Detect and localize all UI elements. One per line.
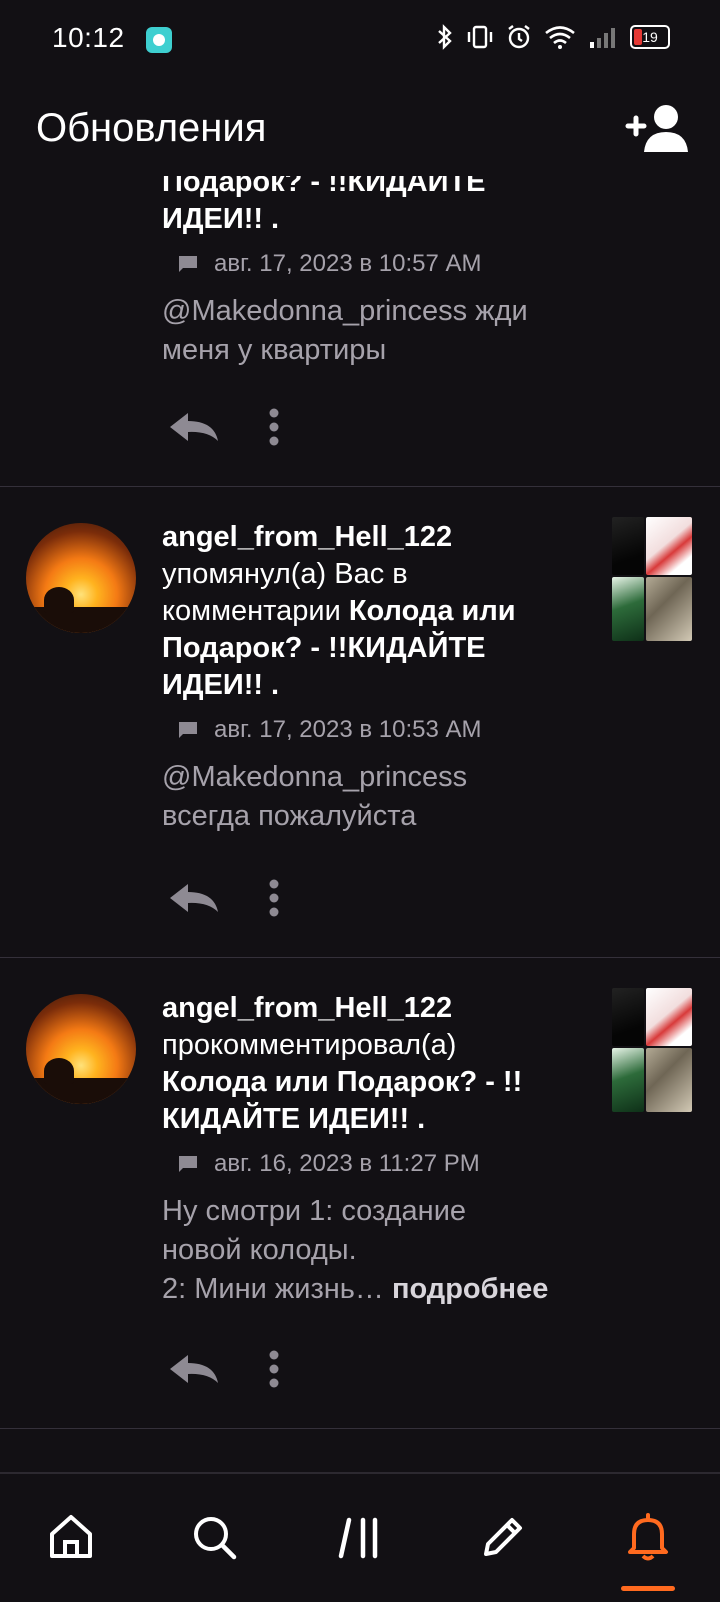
avatar[interactable] bbox=[26, 523, 136, 633]
signal-icon bbox=[590, 28, 615, 48]
nav-notifications-button[interactable] bbox=[621, 1510, 675, 1564]
post-title[interactable]: Колода или bbox=[349, 595, 516, 627]
notifications-feed[interactable]: Подарок? - !!КИДАЙТЕ ИДЕИ!! . авг. 17, 2… bbox=[0, 176, 720, 1472]
reply-icon[interactable] bbox=[168, 882, 220, 914]
notification-action: прокомментировал(а) bbox=[162, 1029, 457, 1061]
battery-icon: 19 bbox=[630, 25, 670, 49]
excerpt-line: @Makedonna_princess bbox=[162, 761, 468, 793]
excerpt-line: @Makedonna_princess жди bbox=[162, 295, 528, 327]
alarm-icon bbox=[508, 25, 530, 49]
status-bar: 10:12 19 bbox=[0, 0, 720, 84]
username[interactable]: angel_from_Hell_122 bbox=[162, 519, 590, 556]
app-header: Обновления bbox=[0, 84, 720, 176]
notification-item[interactable]: Подарок? - !!КИДАЙТЕ ИДЕИ!! . авг. 17, 2… bbox=[0, 176, 720, 487]
avatar[interactable] bbox=[26, 994, 136, 1104]
notification-action-line2: комментарии Колода или bbox=[162, 595, 516, 627]
comment-excerpt[interactable]: @Makedonna_princess всегда пожалуйста bbox=[162, 758, 590, 836]
add-user-button[interactable] bbox=[624, 100, 690, 156]
notification-date: авг. 17, 2023 в 10:53 AM bbox=[214, 716, 482, 743]
nav-feed-button[interactable] bbox=[333, 1510, 387, 1564]
bluetooth-icon bbox=[438, 24, 452, 50]
reply-icon[interactable] bbox=[168, 411, 220, 443]
more-vertical-icon[interactable] bbox=[268, 408, 280, 446]
post-thumbnail[interactable] bbox=[612, 988, 692, 1112]
post-title-line[interactable]: ИДЕИ!! . bbox=[162, 667, 590, 704]
add-user-icon bbox=[625, 105, 688, 152]
post-title-line[interactable]: Подарок? - !!КИДАЙТЕ bbox=[162, 630, 590, 667]
notification-date: авг. 17, 2023 в 10:57 AM bbox=[214, 250, 482, 277]
item-actions bbox=[168, 1350, 280, 1388]
comment-excerpt[interactable]: @Makedonna_princess жди меня у квартиры bbox=[162, 292, 590, 370]
comment-icon bbox=[179, 256, 197, 272]
notification-meta: авг. 17, 2023 в 10:53 AM bbox=[162, 716, 590, 744]
nav-compose-button[interactable] bbox=[476, 1510, 530, 1564]
notification-item[interactable]: angel_from_Hell_122 упомянул(а) Вас в ко… bbox=[0, 487, 720, 958]
notification-action: упомянул(а) Вас в bbox=[162, 558, 408, 590]
item-actions bbox=[168, 408, 280, 446]
comment-icon bbox=[179, 1156, 197, 1172]
more-vertical-icon[interactable] bbox=[268, 1350, 280, 1388]
post-title-line[interactable]: Подарок? - !!КИДАЙТЕ bbox=[162, 176, 590, 201]
item-actions bbox=[168, 879, 280, 917]
notification-item[interactable]: angel_from_Hell_122 прокомментировал(а) … bbox=[0, 958, 720, 1429]
active-tab-indicator bbox=[621, 1586, 675, 1591]
home-icon bbox=[50, 1515, 92, 1558]
post-thumbnail[interactable] bbox=[612, 517, 692, 641]
comment-excerpt[interactable]: Ну смотри 1: создание новой колоды. 2: М… bbox=[162, 1192, 590, 1309]
post-title-line[interactable]: Колода или Подарок? - !! bbox=[162, 1064, 590, 1101]
nav-home-button[interactable] bbox=[44, 1510, 98, 1564]
username[interactable]: angel_from_Hell_122 bbox=[162, 990, 590, 1027]
post-title-line[interactable]: КИДАЙТЕ ИДЕИ!! . bbox=[162, 1101, 590, 1138]
excerpt-line: 2: Мини жизнь… подробнее bbox=[162, 1273, 549, 1305]
notification-date: авг. 16, 2023 в 11:27 PM bbox=[214, 1150, 480, 1177]
search-icon bbox=[194, 1517, 237, 1560]
nav-search-button[interactable] bbox=[187, 1510, 241, 1564]
status-icons: 19 bbox=[436, 24, 670, 50]
post-title-line[interactable]: ИДЕИ!! . bbox=[162, 201, 590, 238]
bell-icon bbox=[628, 1513, 668, 1561]
battery-level: 19 bbox=[642, 29, 658, 45]
page-title: Обновления bbox=[36, 106, 267, 150]
notification-meta: авг. 16, 2023 в 11:27 PM bbox=[162, 1150, 590, 1178]
feed-icon bbox=[338, 1517, 378, 1559]
reply-icon[interactable] bbox=[168, 1353, 220, 1385]
more-vertical-icon[interactable] bbox=[268, 879, 280, 917]
bottom-navigation bbox=[0, 1472, 720, 1602]
notification-meta: авг. 17, 2023 в 10:57 AM bbox=[162, 250, 590, 278]
excerpt-line: всегда пожалуйста bbox=[162, 800, 417, 832]
wifi-icon bbox=[545, 26, 575, 49]
excerpt-line: новой колоды. bbox=[162, 1234, 357, 1266]
comment-icon bbox=[179, 722, 197, 738]
pencil-icon bbox=[484, 1518, 522, 1556]
status-time: 10:12 bbox=[52, 22, 125, 53]
read-more-link[interactable]: подробнее bbox=[392, 1273, 548, 1305]
excerpt-line: Ну смотри 1: создание bbox=[162, 1195, 467, 1227]
app-notification-icon bbox=[146, 27, 172, 53]
excerpt-line: меня у квартиры bbox=[162, 334, 387, 366]
vibrate-icon bbox=[467, 25, 493, 49]
